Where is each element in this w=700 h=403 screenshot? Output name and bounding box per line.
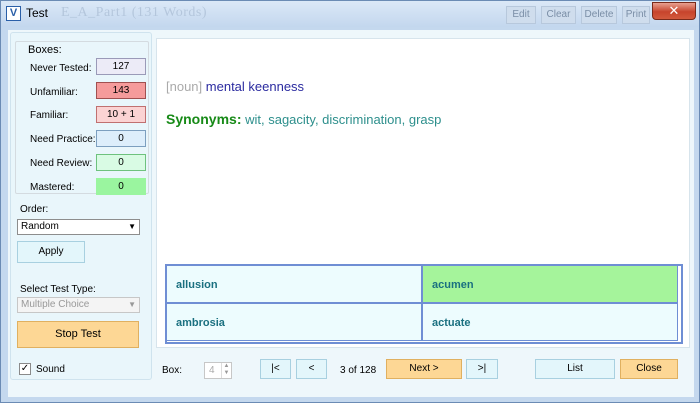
answer-choice[interactable]: allusion bbox=[166, 265, 422, 303]
background-window-title: E_A_Part1 (131 Words) bbox=[61, 5, 207, 20]
definition-line: [noun] mental keenness bbox=[166, 79, 304, 94]
answer-choice[interactable]: ambrosia bbox=[166, 303, 422, 341]
box-number-value: 4 bbox=[209, 365, 215, 376]
never-tested-count: 127 bbox=[96, 58, 146, 75]
title-bar: V Test E_A_Part1 (131 Words) Edit Clear … bbox=[1, 1, 699, 27]
need-review-label: Need Review: bbox=[30, 158, 93, 169]
background-delete-button: Delete bbox=[581, 6, 617, 24]
mastered-count[interactable]: 0 bbox=[96, 178, 146, 195]
need-practice-count[interactable]: 0 bbox=[96, 130, 146, 147]
app-icon: V bbox=[6, 6, 21, 21]
background-clear-button: Clear bbox=[541, 6, 576, 24]
window-title: Test bbox=[26, 6, 49, 20]
need-practice-label: Need Practice: bbox=[30, 134, 96, 145]
flashcard-panel: [noun] mental keenness Synonyms: wit, sa… bbox=[156, 38, 690, 348]
close-icon: ✕ bbox=[668, 3, 680, 18]
first-button[interactable]: |< bbox=[260, 359, 291, 379]
order-value: Random bbox=[21, 221, 59, 232]
order-label: Order: bbox=[20, 204, 49, 215]
box-label: Box: bbox=[162, 365, 183, 376]
navigation-bar: Box: 4 ▲ ▼ |< < 3 of 128 Next > >| List C… bbox=[156, 355, 690, 385]
next-button[interactable]: Next > bbox=[386, 359, 462, 379]
checkmark-icon: ✓ bbox=[20, 363, 30, 374]
unfamiliar-label: Unfamiliar: bbox=[30, 87, 78, 98]
test-type-select[interactable]: Multiple Choice ▼ bbox=[17, 297, 140, 313]
synonyms-heading: Synonyms bbox=[166, 111, 237, 127]
chevron-down-icon: ▼ bbox=[128, 222, 136, 231]
sidebar-panel: Boxes: Never Tested: 127 Unfamiliar: 143… bbox=[10, 32, 152, 380]
spinner-arrows-icon[interactable]: ▲ ▼ bbox=[221, 363, 231, 378]
never-tested-label: Never Tested: bbox=[30, 63, 92, 74]
background-print-button: Print bbox=[622, 6, 650, 24]
need-review-count[interactable]: 0 bbox=[96, 154, 146, 171]
answer-choice[interactable]: acumen bbox=[422, 265, 678, 303]
order-select[interactable]: Random ▼ bbox=[17, 219, 140, 235]
synonyms-text: wit, sagacity, discrimination, grasp bbox=[245, 112, 442, 127]
test-type-label: Select Test Type: bbox=[20, 284, 96, 295]
window-close-button[interactable]: ✕ bbox=[652, 2, 696, 20]
definition-text: mental keenness bbox=[205, 79, 305, 94]
unfamiliar-count[interactable]: 143 bbox=[96, 82, 146, 99]
stop-test-button[interactable]: Stop Test bbox=[17, 321, 139, 348]
chevron-down-icon: ▼ bbox=[128, 300, 136, 309]
card-position: 3 of 128 bbox=[340, 365, 377, 376]
answer-choices-grid: allusion acumen ambrosia actuate bbox=[165, 264, 683, 344]
test-type-value: Multiple Choice bbox=[21, 299, 90, 310]
last-button[interactable]: >| bbox=[466, 359, 498, 379]
list-button[interactable]: List bbox=[535, 359, 615, 379]
synonyms-line: Synonyms: wit, sagacity, discrimination,… bbox=[166, 111, 442, 127]
familiar-label: Familiar: bbox=[30, 110, 69, 121]
close-button[interactable]: Close bbox=[620, 359, 678, 379]
background-edit-button: Edit bbox=[506, 6, 536, 24]
apply-button[interactable]: Apply bbox=[17, 241, 85, 263]
box-number-input[interactable]: 4 ▲ ▼ bbox=[204, 362, 232, 379]
part-of-speech: [noun] bbox=[166, 79, 203, 94]
familiar-count[interactable]: 10 + 1 bbox=[96, 106, 146, 123]
sound-checkbox[interactable]: ✓ bbox=[19, 363, 31, 375]
mastered-label: Mastered: bbox=[30, 182, 75, 193]
boxes-group-label: Boxes: bbox=[26, 44, 64, 56]
previous-button[interactable]: < bbox=[296, 359, 327, 379]
sound-label: Sound bbox=[36, 364, 65, 375]
answer-choice[interactable]: actuate bbox=[422, 303, 678, 341]
client-area: Boxes: Never Tested: 127 Unfamiliar: 143… bbox=[8, 30, 694, 397]
test-window: V Test E_A_Part1 (131 Words) Edit Clear … bbox=[0, 0, 700, 403]
boxes-group: Boxes: Never Tested: 127 Unfamiliar: 143… bbox=[15, 41, 149, 195]
